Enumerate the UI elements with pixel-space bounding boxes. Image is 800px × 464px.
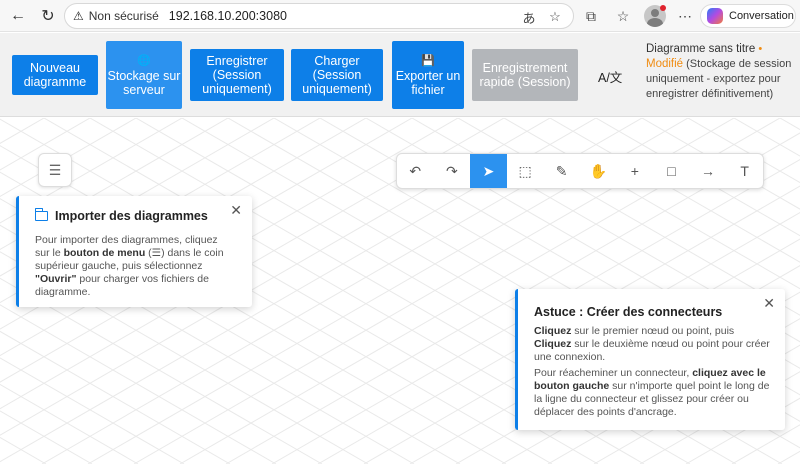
export-file-button[interactable]: 💾 Exporter un fichier xyxy=(392,41,464,109)
tip-card-title: Astuce : Créer des connecteurs xyxy=(534,305,723,319)
notification-dot xyxy=(660,5,666,11)
tip-text-3: Pour réacheminer un connecteur, xyxy=(534,367,693,379)
save-session-button[interactable]: Enregistrer (Session uniquement) xyxy=(190,49,284,101)
extensions-icon[interactable]: ⧉ xyxy=(580,5,602,27)
warning-icon: ⚠ xyxy=(73,9,84,23)
browser-chrome: ← ↻ ⚠ Non sécurisé 192.168.10.200:3080 あ… xyxy=(0,0,800,32)
copilot-icon xyxy=(707,8,723,24)
import-diagrams-card: Importer des diagrammes ✕ Pour importer … xyxy=(16,196,252,307)
tip-paragraph-1: Cliquez sur le premier nœud ou point, pu… xyxy=(534,325,774,364)
tip-paragraph-2: Pour réacheminer un connecteur, cliquez … xyxy=(534,367,774,419)
tool-text-icon[interactable]: T xyxy=(726,154,763,188)
tool-undo-icon[interactable]: ↶ xyxy=(397,154,434,188)
language-toggle[interactable]: A/文 xyxy=(598,67,622,86)
floppy-disk-icon: 💾 xyxy=(421,54,435,67)
import-text-open: "Ouvrir" xyxy=(35,273,77,285)
tool-redo-icon[interactable]: ↷ xyxy=(434,154,471,188)
modified-badge: Modifié xyxy=(646,58,684,70)
tool-pan-icon[interactable]: ✋ xyxy=(580,154,617,188)
tip-bold-click-1: Cliquez xyxy=(534,325,572,337)
quick-save-button[interactable]: Enregistrement rapide (Session) xyxy=(472,49,578,101)
server-storage-label: Stockage sur serveur xyxy=(107,68,181,97)
tool-add-node-icon[interactable]: + xyxy=(617,154,654,188)
favorites-icon[interactable]: ☆ xyxy=(612,5,634,27)
favorite-star-icon[interactable]: ☆ xyxy=(545,7,565,27)
drawing-toolbar: ↶ ↷ ➤ ⬚ ✎ ✋ + □ → T xyxy=(396,153,764,189)
address-bar[interactable]: ⚠ Non sécurisé 192.168.10.200:3080 あ ☆ xyxy=(64,3,574,29)
tip-bold-click-2: Cliquez xyxy=(534,338,572,350)
tool-rectangle-icon[interactable]: □ xyxy=(653,154,690,188)
tool-select-icon[interactable]: ➤ xyxy=(470,154,507,188)
tool-lasso-icon[interactable]: ⬚ xyxy=(507,154,544,188)
close-icon[interactable]: ✕ xyxy=(763,295,775,312)
tip-text-1: sur le premier nœud ou point, puis xyxy=(571,325,735,337)
conversation-label: Conversation xyxy=(729,10,794,22)
tool-connector-icon[interactable]: → xyxy=(690,154,727,188)
url-text[interactable]: 192.168.10.200:3080 xyxy=(169,9,287,23)
conversation-button[interactable]: Conversation xyxy=(700,4,796,28)
load-session-button[interactable]: Charger (Session uniquement) xyxy=(291,49,383,101)
connectors-tip-card: Astuce : Créer des connecteurs ✕ Cliquez… xyxy=(515,289,785,430)
diagram-status: Diagramme sans titre • Modifié (Stockage… xyxy=(646,42,796,102)
import-card-text: Pour importer des diagrammes, cliquez su… xyxy=(35,234,235,299)
close-icon[interactable]: ✕ xyxy=(230,202,242,219)
menu-button[interactable]: ☰ xyxy=(38,153,72,187)
security-label: Non sécurisé xyxy=(88,9,159,23)
translate-icon[interactable]: あ xyxy=(519,7,539,27)
tool-freehand-icon[interactable]: ✎ xyxy=(543,154,580,188)
folder-icon xyxy=(34,208,48,221)
more-icon[interactable]: ⋯ xyxy=(674,5,696,27)
export-file-label: Exporter un fichier xyxy=(395,68,461,97)
reload-icon[interactable]: ↻ xyxy=(36,4,60,28)
globe-icon: 🌐 xyxy=(137,54,151,67)
diagram-title: Diagramme sans titre xyxy=(646,43,756,55)
import-text-menu: bouton de menu xyxy=(63,247,146,259)
import-card-title-text: Importer des diagrammes xyxy=(55,209,208,223)
new-diagram-button[interactable]: Nouveau diagramme xyxy=(12,55,98,95)
server-storage-button[interactable]: 🌐 Stockage sur serveur xyxy=(106,41,182,109)
status-dot: • xyxy=(758,43,763,55)
hamburger-menu-icon: ☰ xyxy=(48,161,62,178)
back-icon[interactable]: ← xyxy=(6,4,30,28)
import-card-title: Importer des diagrammes xyxy=(34,208,208,223)
